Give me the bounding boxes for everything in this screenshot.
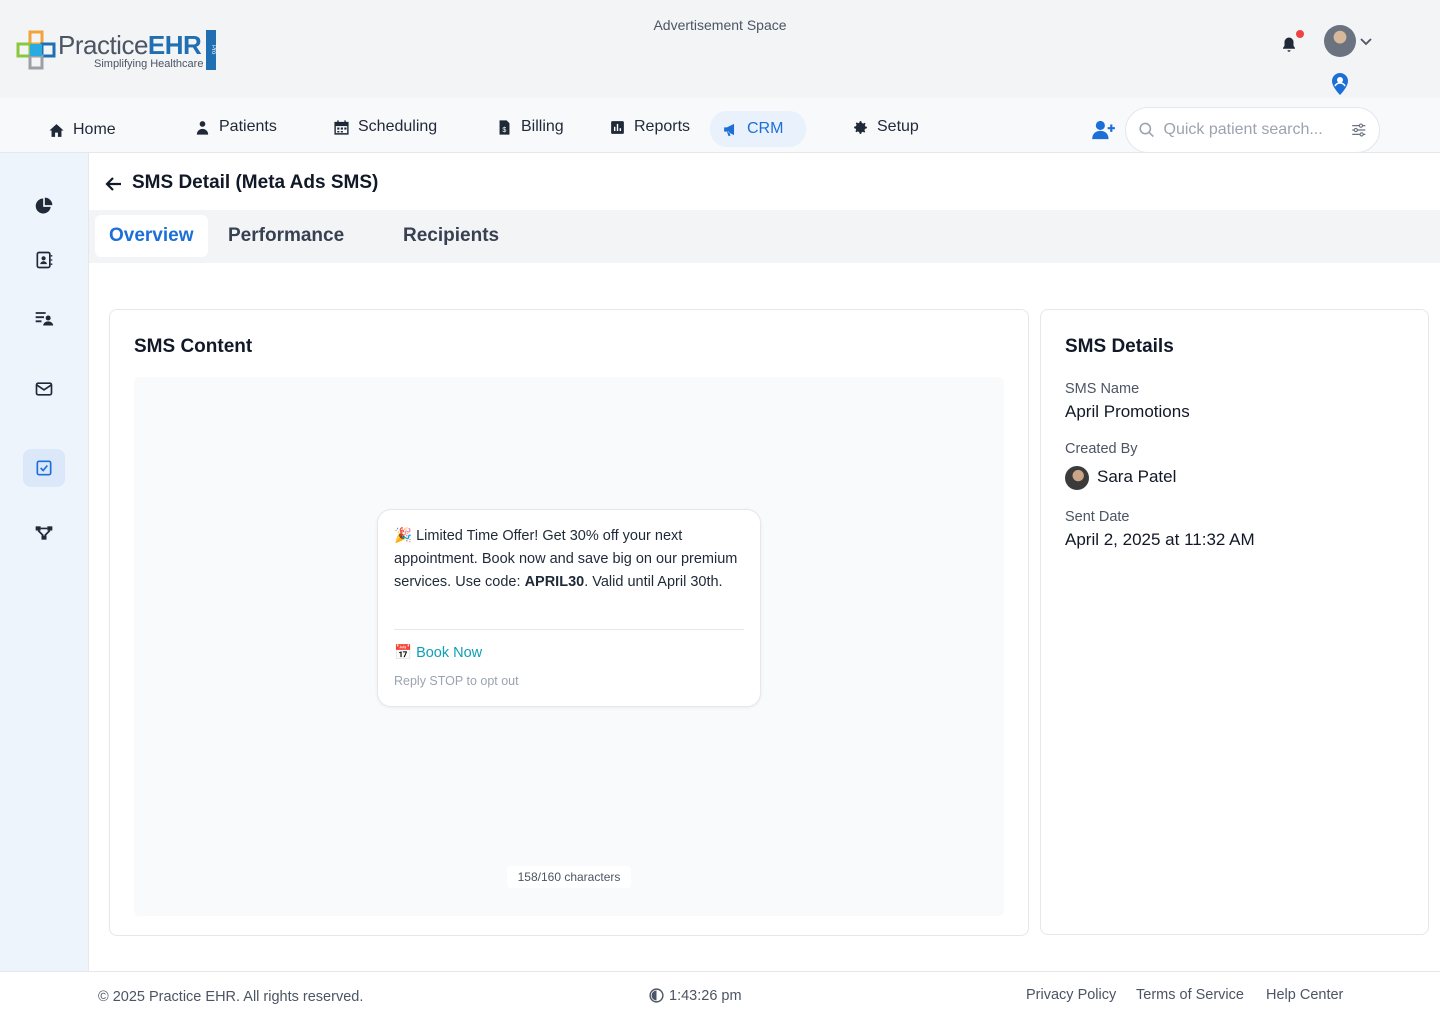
top-header: PracticeEHR Simplifying Healthcare Pro A…	[0, 0, 1440, 98]
megaphone-icon	[724, 123, 735, 136]
copyright-text: © 2025 Practice EHR. All rights reserved…	[98, 989, 364, 1005]
nav-item-reports[interactable]: Reports	[597, 110, 702, 144]
tab-overview[interactable]: Overview	[95, 215, 208, 257]
creator-avatar	[1065, 466, 1089, 490]
user-avatar[interactable]	[1324, 25, 1356, 57]
invoice-icon: $	[499, 119, 510, 135]
chevron-down-icon[interactable]	[1360, 36, 1372, 46]
help-center-link[interactable]: Help Center	[1266, 987, 1343, 1003]
chart-icon	[611, 120, 624, 134]
terms-of-service-link[interactable]: Terms of Service	[1136, 987, 1244, 1003]
nav-item-scheduling[interactable]: Scheduling	[321, 110, 449, 144]
current-time: 1:43:26 pm	[669, 987, 742, 1004]
sms-name-value: April Promotions	[1065, 402, 1190, 421]
party-emoji: 🎉	[394, 528, 413, 544]
home-icon	[49, 123, 64, 137]
workflow-icon	[35, 526, 53, 540]
sidebar-item-sms[interactable]	[23, 449, 65, 487]
checkbox-icon	[36, 460, 52, 476]
filter-sliders-icon[interactable]	[1350, 121, 1368, 139]
logo-cross-icon	[16, 30, 56, 70]
sidebar-item-workflows[interactable]	[23, 514, 65, 552]
quick-patient-search[interactable]	[1125, 107, 1380, 153]
created-by-value: Sara Patel	[1097, 467, 1177, 486]
nav-item-home[interactable]: Home	[36, 113, 128, 147]
sidebar-item-email[interactable]	[23, 370, 65, 408]
calendar-emoji: 📅	[394, 645, 413, 661]
nav-item-billing[interactable]: $ Billing	[484, 110, 576, 144]
character-count: 158/160 characters	[507, 866, 631, 888]
tab-recipients[interactable]: Recipients	[389, 215, 513, 257]
sidebar-item-contacts[interactable]	[23, 241, 65, 279]
svg-text:$: $	[502, 125, 506, 133]
notification-dot	[1296, 30, 1304, 38]
sidebar-item-audiences[interactable]	[23, 299, 65, 337]
clock-icon	[649, 988, 664, 1003]
location-pin-icon[interactable]	[1330, 72, 1350, 96]
notification-bell-icon[interactable]	[1280, 36, 1298, 54]
book-now-link[interactable]: 📅 Book Now	[394, 644, 482, 662]
sms-details-title: SMS Details	[1065, 336, 1174, 357]
logo-tagline: Simplifying Healthcare	[94, 58, 204, 70]
logo-wordmark: PracticeEHR	[58, 30, 202, 60]
contacts-icon	[36, 251, 53, 269]
created-by-label: Created By	[1065, 441, 1138, 457]
gear-icon	[854, 120, 867, 134]
sms-message-text: 🎉 Limited Time Offer! Get 30% off your n…	[394, 528, 738, 590]
logo-pro-badge: Pro	[206, 30, 216, 70]
promo-code: APRIL30	[524, 574, 585, 590]
bubble-divider	[394, 629, 744, 630]
sent-date-label: Sent Date	[1065, 509, 1130, 525]
sidebar-item-dashboard[interactable]	[23, 187, 65, 225]
sms-name-label: SMS Name	[1065, 381, 1140, 397]
search-icon	[1139, 122, 1154, 138]
search-input[interactable]	[1163, 121, 1342, 139]
pie-chart-icon	[35, 197, 53, 214]
user-doctor-icon	[196, 120, 209, 135]
footer-clock: 1:43:26 pm	[648, 987, 742, 1004]
practice-ehr-logo[interactable]: PracticeEHR Simplifying Healthcare Pro	[16, 28, 220, 72]
page-title: SMS Detail (Meta Ads SMS)	[132, 172, 379, 193]
detail-tabs: Overview Performance Recipients	[89, 210, 1440, 263]
tab-performance[interactable]: Performance	[214, 215, 358, 257]
mail-icon	[35, 382, 53, 396]
nav-item-patients[interactable]: Patients	[182, 110, 289, 144]
sidebar	[0, 153, 89, 971]
user-list-icon	[35, 312, 54, 326]
sent-date-value: April 2, 2025 at 11:32 AM	[1065, 530, 1255, 549]
nav-item-setup[interactable]: Setup	[840, 110, 931, 144]
privacy-policy-link[interactable]: Privacy Policy	[1026, 987, 1116, 1003]
back-arrow-icon[interactable]	[105, 175, 123, 193]
nav-item-crm[interactable]: CRM	[710, 111, 806, 147]
sms-content-title: SMS Content	[134, 336, 253, 357]
add-patient-icon[interactable]	[1092, 120, 1116, 140]
sms-message-bubble: 🎉 Limited Time Offer! Get 30% off your n…	[377, 509, 761, 707]
advertisement-space: Advertisement Space	[653, 17, 787, 33]
opt-out-text: Reply STOP to opt out	[394, 674, 519, 688]
calendar-icon	[334, 119, 349, 135]
